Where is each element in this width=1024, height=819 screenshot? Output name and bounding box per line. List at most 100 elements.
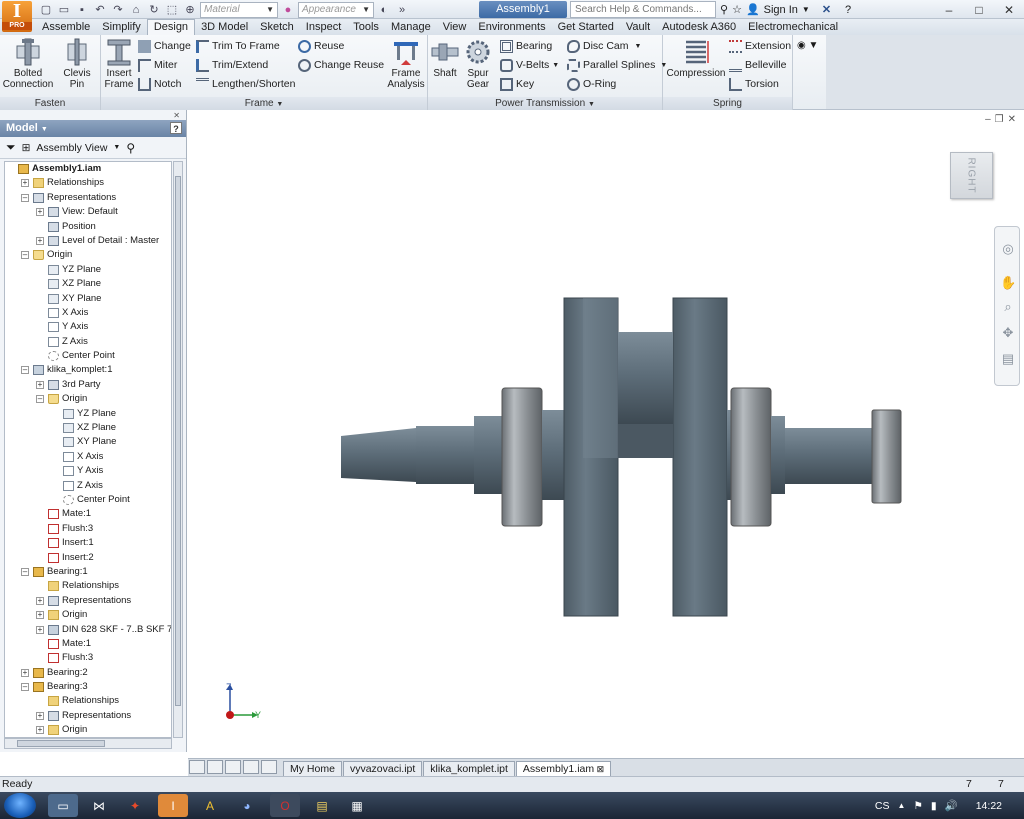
notch-button[interactable]: Notch	[138, 76, 181, 92]
expand-icon[interactable]: +	[36, 236, 44, 245]
torsion-spring-button[interactable]: Torsion	[729, 76, 779, 92]
o-ring-button[interactable]: O-Ring	[567, 76, 616, 92]
document-tab[interactable]: klika_komplet.ipt	[423, 761, 515, 776]
panel-title-power-transmission[interactable]: Power Transmission ▼	[428, 97, 662, 110]
tree-node[interactable]: YZ Plane	[5, 263, 171, 277]
tree-node[interactable]: Position	[5, 220, 171, 234]
select-icon[interactable]: ⬚	[164, 2, 180, 18]
tree-node[interactable]: Flush:3	[5, 522, 171, 536]
favorites-star-icon[interactable]: ☆	[732, 3, 742, 16]
clear-appearance-icon[interactable]: ◐	[376, 2, 392, 18]
filter-icon[interactable]: ⏷	[6, 140, 16, 155]
help-icon[interactable]: ?	[845, 4, 851, 16]
tab-get-started[interactable]: Get Started	[552, 20, 620, 35]
tab-electromechanical[interactable]: Electromechanical	[742, 20, 844, 35]
open-file-icon[interactable]: ▭	[56, 2, 72, 18]
trim-extend-button[interactable]: Trim/Extend	[196, 57, 268, 73]
material-select[interactable]: Material ▼	[200, 1, 278, 18]
chevron-down-icon[interactable]: ▼	[113, 144, 120, 151]
belleville-spring-button[interactable]: Belleville	[729, 57, 786, 73]
collapse-icon[interactable]: –	[36, 395, 44, 404]
tree-node[interactable]: XZ Plane	[5, 421, 171, 435]
reuse-button[interactable]: Reuse	[298, 38, 344, 54]
bearing-button[interactable]: Bearing	[500, 38, 552, 54]
chrome-app-icon[interactable]: ◕	[232, 794, 262, 817]
clock[interactable]: 14:22	[976, 800, 1002, 812]
tab-simplify[interactable]: Simplify	[96, 20, 147, 35]
arrange-window-icon[interactable]	[225, 760, 241, 774]
expand-icon[interactable]: +	[36, 208, 44, 217]
tree-node[interactable]: Relationships	[5, 579, 171, 593]
chevron-down-icon[interactable]: ▼	[802, 5, 810, 14]
start-button[interactable]	[4, 793, 36, 818]
expand-icon[interactable]: +	[21, 179, 29, 188]
browser-vertical-scrollbar[interactable]	[173, 161, 183, 738]
tree-node[interactable]: Mate:1	[5, 637, 171, 651]
tree-node[interactable]: Flush:3	[5, 651, 171, 665]
tree-node[interactable]: + Relationships	[5, 176, 171, 190]
explorer-app-icon[interactable]: ▭	[48, 794, 78, 817]
opera-app-icon[interactable]: O	[270, 794, 300, 817]
browser-help-button[interactable]: ?	[170, 122, 182, 134]
tree-node[interactable]: X Axis	[5, 306, 171, 320]
folder-app-icon[interactable]: ▤	[307, 794, 337, 817]
tab-environments[interactable]: Environments	[472, 20, 551, 35]
tray-expand-icon[interactable]: ▲	[898, 801, 906, 810]
exchange-apps-icon[interactable]: ✕	[822, 3, 831, 16]
close-icon[interactable]: ✕	[173, 111, 180, 120]
appearance-select[interactable]: Appearance ▼	[298, 1, 374, 18]
browser-header[interactable]: Model ▼ ?	[0, 120, 186, 137]
tree-node[interactable]: – Origin	[5, 248, 171, 262]
tree-node[interactable]: Insert:1	[5, 536, 171, 550]
frame-analysis-button[interactable]: Frame Analysis	[386, 38, 426, 90]
compression-spring-button[interactable]: Compression	[665, 38, 727, 79]
browser-horizontal-scrollbar[interactable]	[4, 738, 172, 749]
tab-vault[interactable]: Vault	[620, 20, 656, 35]
notepad-app-icon[interactable]: ▦	[342, 794, 372, 817]
tree-node[interactable]: Y Axis	[5, 320, 171, 334]
cascade-window-icon[interactable]	[207, 760, 223, 774]
tree-node[interactable]: Center Point	[5, 349, 171, 363]
tab-manage[interactable]: Manage	[385, 20, 437, 35]
tree-node[interactable]: – Origin	[5, 392, 171, 406]
update-icon[interactable]: ↻	[146, 2, 162, 18]
measure-icon[interactable]: ⊕	[182, 2, 198, 18]
home-icon[interactable]: ⌂	[128, 2, 144, 18]
change-button[interactable]: Change	[138, 38, 191, 54]
tree-node[interactable]: Mate:1	[5, 507, 171, 521]
language-indicator[interactable]: CS	[875, 800, 890, 812]
autocad-app-icon[interactable]: A	[195, 794, 225, 817]
expand-icon[interactable]: +	[36, 611, 44, 620]
tree-node[interactable]: YZ Plane	[5, 407, 171, 421]
collapse-icon[interactable]: –	[21, 366, 29, 375]
tree-node[interactable]: – Bearing:1	[5, 565, 171, 579]
tree-node[interactable]: – Bearing:3	[5, 680, 171, 694]
network-icon[interactable]: ▮	[931, 800, 937, 812]
tree-node[interactable]: Z Axis	[5, 335, 171, 349]
find-binoculars-icon[interactable]: ⚲	[126, 141, 135, 155]
tree-node[interactable]: – klika_komplet:1	[5, 363, 171, 377]
document-tab[interactable]: vyvazovaci.ipt	[342, 761, 423, 776]
spur-gear-button[interactable]: Spur Gear	[462, 38, 494, 90]
new-file-icon[interactable]: ▢	[38, 2, 54, 18]
expand-icon[interactable]: +	[36, 625, 44, 634]
parallel-splines-button[interactable]: Parallel Splines ▼	[567, 57, 667, 73]
tree-node[interactable]: Relationships	[5, 694, 171, 708]
save-icon[interactable]: ▪	[74, 2, 90, 18]
expand-icon[interactable]: +	[21, 668, 29, 677]
tab-design[interactable]: Design	[146, 19, 196, 35]
expand-icon[interactable]: +	[36, 711, 44, 720]
miter-button[interactable]: Miter	[138, 57, 177, 73]
document-tab[interactable]: My Home	[283, 761, 342, 776]
key-button[interactable]: Key	[500, 76, 534, 92]
minimize-icon[interactable]: –	[934, 0, 964, 19]
tile-window-icon[interactable]	[189, 760, 205, 774]
graphics-viewport[interactable]: – ❐ ✕ RIGHT ◎ ✋ ⌕ ✥ ▤ Z Y	[188, 110, 1024, 758]
scrollbar-thumb[interactable]	[175, 176, 181, 706]
tree-node[interactable]: Center Point	[5, 493, 171, 507]
tab-autodesk-a360[interactable]: Autodesk A360	[656, 20, 742, 35]
tree-node[interactable]: Insert:2	[5, 551, 171, 565]
sign-in-link[interactable]: Sign In	[764, 4, 798, 16]
change-reuse-button[interactable]: Change Reuse	[298, 57, 384, 73]
tree-node[interactable]: XY Plane	[5, 292, 171, 306]
